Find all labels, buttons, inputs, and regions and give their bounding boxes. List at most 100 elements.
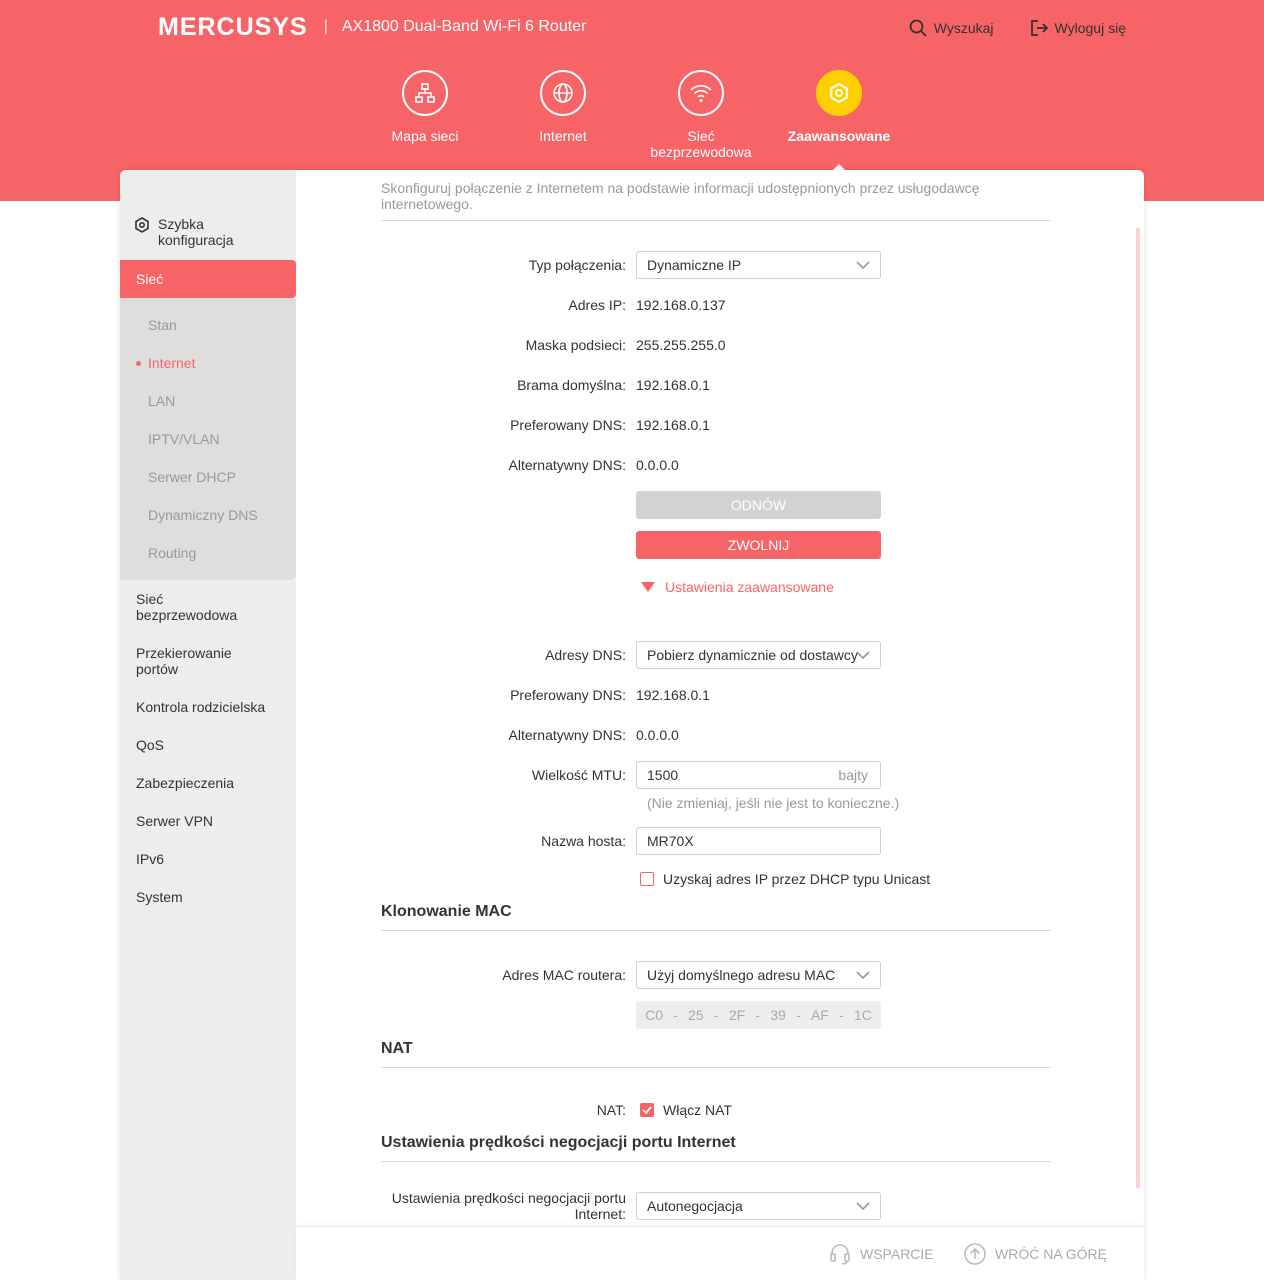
nav-wireless[interactable]: Sieć bezprzewodowa (646, 70, 756, 160)
router-model: AX1800 Dual-Band Wi-Fi 6 Router (341, 18, 587, 35)
adv-pref-dns-value: 192.168.0.1 (636, 687, 710, 703)
mtu-input[interactable]: 1500 bajty (636, 761, 881, 789)
globe-icon (553, 83, 573, 103)
speed-select[interactable]: Autonegocjacja (636, 1192, 881, 1220)
nav-label: Mapa sieci (391, 128, 459, 144)
mac-octet: AF (810, 1007, 829, 1023)
headset-icon (830, 1244, 850, 1265)
renew-button[interactable]: ODNÓW (636, 491, 881, 519)
sidebar-subitem-routing[interactable]: Routing (148, 545, 196, 561)
checkbox-unchecked (640, 872, 654, 886)
sidebar-item-ipv6[interactable]: IPv6 (136, 851, 164, 867)
sidebar-item-security[interactable]: Zabezpieczenia (136, 775, 234, 791)
ip-label: Adres IP: (568, 297, 626, 313)
hostname-label: Nazwa hosta: (541, 833, 626, 849)
sidebar-item-system[interactable]: System (136, 889, 183, 905)
sidebar-item-wireless[interactable]: Sieć bezprzewodowa (136, 591, 246, 623)
brand-logo: MERCUSYS (158, 12, 308, 41)
search-label: Wyszukaj (933, 20, 994, 36)
nat-section-title: NAT (381, 1040, 413, 1057)
connection-type-label: Typ połączenia: (528, 257, 626, 273)
speed-label: Ustawienia prędkości negocjacji portu In… (391, 1190, 626, 1222)
mac-octet: 39 (770, 1007, 786, 1023)
chevron-down-icon (856, 261, 870, 270)
network-map-icon (415, 83, 435, 103)
search-button[interactable]: Wyszukaj (909, 19, 994, 37)
dns-mode-select[interactable]: Pobierz dynamicznie od dostawcy (636, 641, 881, 669)
sidebar-subitem-status[interactable]: Stan (148, 317, 177, 333)
logout-label: Wyloguj się (1054, 20, 1126, 36)
gear-icon (135, 217, 149, 233)
chevron-down-icon (856, 971, 870, 980)
gateway-value: 192.168.0.1 (636, 377, 710, 393)
mac-octet: 25 (688, 1007, 704, 1023)
gear-icon (830, 82, 848, 104)
sidebar-item-port-forwarding[interactable]: Przekierowanie portów (136, 645, 246, 677)
pref-dns-value: 192.168.0.1 (636, 417, 710, 433)
sidebar-subitem-dhcp[interactable]: Serwer DHCP (148, 469, 236, 485)
dns-mode-label: Adresy DNS: (545, 647, 626, 663)
logout-button[interactable]: Wyloguj się (1030, 19, 1126, 37)
sidebar: Szybka konfiguracja Sieć Stan Internet L… (120, 170, 296, 1280)
mask-value: 255.255.255.0 (636, 337, 726, 353)
adv-alt-dns-label: Alternatywny DNS: (508, 727, 626, 743)
unicast-checkbox[interactable]: Uzyskaj adres IP przez DHCP typu Unicast (640, 871, 930, 887)
mac-section-title: Klonowanie MAC (381, 903, 512, 920)
ip-value: 192.168.0.137 (636, 297, 726, 313)
back-to-top-button[interactable]: WRÓĆ NA GÓRĘ (963, 1227, 1107, 1280)
connection-type-select[interactable]: Dynamiczne IP (636, 251, 881, 279)
sidebar-subitem-iptv[interactable]: IPTV/VLAN (148, 431, 220, 447)
support-button[interactable]: WSPARCIE (828, 1227, 934, 1280)
adv-alt-dns-value: 0.0.0.0 (636, 727, 679, 743)
wifi-icon (690, 85, 712, 102)
adv-pref-dns-label: Preferowany DNS: (510, 687, 626, 703)
sidebar-item-parental[interactable]: Kontrola rodzicielska (136, 699, 265, 715)
router-mac-select[interactable]: Użyj domyślnego adresu MAC (636, 961, 881, 989)
release-button[interactable]: ZWOLNIJ (636, 531, 881, 559)
chevron-down-icon (856, 1202, 870, 1211)
mask-label: Maska podsieci: (525, 337, 626, 353)
sidebar-item-network[interactable]: Sieć (120, 260, 296, 298)
checkbox-checked (640, 1103, 654, 1117)
nav-label: Zaawansowane (787, 128, 891, 144)
footer-bar: WSPARCIE WRÓĆ NA GÓRĘ (296, 1226, 1144, 1280)
content: Skonfiguruj połączenie z Internetem na p… (296, 170, 1144, 1280)
quick-setup-link[interactable]: Szybka konfiguracja (134, 216, 248, 248)
sidebar-subitem-ddns[interactable]: Dynamiczny DNS (148, 507, 258, 523)
divider (381, 930, 1051, 931)
divider (381, 220, 1051, 221)
gateway-label: Brama domyślna: (517, 377, 626, 393)
intro-text: Skonfiguruj połączenie z Internetem na p… (381, 180, 980, 212)
alt-dns-value: 0.0.0.0 (636, 457, 679, 473)
top-actions: Wyszukaj Wyloguj się (909, 19, 1126, 37)
sidebar-subgroup: Stan Internet LAN IPTV/VLAN Serwer DHCP … (120, 298, 296, 580)
divider (381, 1067, 1051, 1068)
nav-advanced[interactable]: Zaawansowane (784, 70, 894, 144)
logout-icon (1030, 20, 1048, 36)
chevron-down-icon (856, 651, 870, 660)
hostname-input[interactable]: MR70X (636, 827, 881, 855)
nav-label: Sieć bezprzewodowa (650, 128, 752, 160)
sidebar-item-vpn[interactable]: Serwer VPN (136, 813, 213, 829)
sidebar-item-qos[interactable]: QoS (136, 737, 164, 753)
search-icon (909, 19, 927, 37)
triangle-down-icon (641, 582, 655, 592)
nat-label: NAT: (596, 1102, 626, 1118)
router-mac-label: Adres MAC routera: (502, 967, 626, 983)
advanced-settings-toggle[interactable]: Ustawienia zaawansowane (641, 579, 834, 595)
arrow-up-icon (964, 1243, 986, 1265)
divider (381, 1161, 1051, 1162)
nav-internet[interactable]: Internet (508, 70, 618, 144)
scrollbar[interactable] (1136, 228, 1140, 1188)
sidebar-subitem-lan[interactable]: LAN (148, 393, 175, 409)
mtu-hint: (Nie zmieniaj, jeśli nie jest to koniecz… (647, 795, 900, 811)
mtu-unit: bajty (838, 767, 868, 783)
main-card: Szybka konfiguracja Sieć Stan Internet L… (120, 170, 1144, 1280)
quick-setup-label: Szybka konfiguracja (158, 216, 234, 248)
nav-label: Internet (539, 128, 587, 144)
alt-dns-label: Alternatywny DNS: (508, 457, 626, 473)
nat-checkbox[interactable]: Włącz NAT (640, 1102, 732, 1118)
sidebar-subitem-internet[interactable]: Internet (135, 355, 195, 371)
mac-octet: 1C (853, 1007, 872, 1023)
nav-network-map[interactable]: Mapa sieci (370, 70, 480, 144)
